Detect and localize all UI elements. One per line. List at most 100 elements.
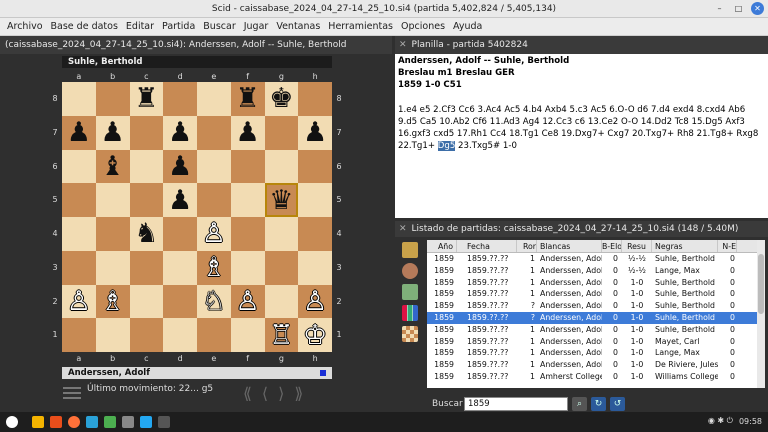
telegram-icon[interactable] bbox=[86, 416, 98, 428]
brave-icon[interactable] bbox=[50, 416, 62, 428]
chess-piece[interactable]: ♘ bbox=[202, 288, 226, 315]
last-move-button[interactable]: ⟫ bbox=[294, 384, 303, 403]
square-h5[interactable] bbox=[298, 183, 332, 217]
menu-partida[interactable]: Partida bbox=[158, 21, 199, 32]
chess-piece[interactable]: ♙ bbox=[67, 288, 91, 315]
square-f3[interactable] bbox=[230, 250, 265, 285]
files-icon[interactable] bbox=[32, 416, 44, 428]
terminal-icon[interactable] bbox=[104, 416, 116, 428]
square-g3[interactable] bbox=[264, 250, 299, 285]
chess-piece[interactable]: ♟ bbox=[101, 119, 125, 146]
panel-close-icon[interactable]: ✕ bbox=[399, 40, 407, 50]
menu-herramientas[interactable]: Herramientas bbox=[324, 21, 397, 32]
tray-icons[interactable]: ◉ ✱ ⏻ bbox=[708, 416, 733, 426]
chess-piece[interactable]: ♚ bbox=[269, 85, 293, 112]
square-e3[interactable]: ♗ bbox=[197, 250, 231, 285]
menu-buscar[interactable]: Buscar bbox=[199, 21, 239, 32]
col-white-elo[interactable]: B-Elo bbox=[602, 240, 622, 252]
table-row[interactable]: 1859 1859.??.?? 1 Anderssen, Adolf 0 ½-½ Suhle… bbox=[427, 253, 757, 265]
filter-icon[interactable] bbox=[402, 263, 418, 279]
square-h4[interactable] bbox=[298, 217, 332, 251]
chess-piece[interactable]: ♟ bbox=[168, 187, 192, 214]
start-menu-icon[interactable] bbox=[6, 416, 18, 428]
square-h6[interactable] bbox=[298, 149, 332, 184]
square-c4[interactable]: ♞ bbox=[129, 217, 164, 251]
square-c7[interactable] bbox=[129, 115, 164, 150]
square-d4[interactable] bbox=[163, 217, 197, 251]
layout-icon[interactable] bbox=[402, 284, 418, 300]
square-e6[interactable] bbox=[197, 149, 231, 184]
chess-piece[interactable]: ♟ bbox=[67, 119, 91, 146]
book-icon[interactable] bbox=[402, 242, 418, 258]
square-e1[interactable] bbox=[197, 318, 231, 352]
close-button[interactable]: ✕ bbox=[751, 2, 764, 15]
chess-piece[interactable]: ♖ bbox=[269, 322, 293, 349]
chess-piece[interactable]: ♙ bbox=[236, 288, 260, 315]
chess-piece[interactable]: ♙ bbox=[303, 288, 327, 315]
col-black-elo[interactable]: N-E bbox=[718, 240, 737, 252]
square-c3[interactable] bbox=[129, 250, 164, 285]
chess-piece[interactable]: ♝ bbox=[101, 153, 125, 180]
square-h8[interactable] bbox=[298, 82, 332, 116]
chess-piece[interactable]: ♜ bbox=[134, 85, 158, 112]
chess-piece[interactable]: ♟ bbox=[168, 153, 192, 180]
square-a6[interactable] bbox=[62, 149, 96, 184]
maximize-button[interactable]: □ bbox=[732, 2, 745, 15]
square-a5[interactable] bbox=[62, 183, 96, 217]
square-h3[interactable] bbox=[298, 250, 332, 285]
square-b7[interactable]: ♟ bbox=[95, 115, 130, 150]
chess-piece[interactable]: ♙ bbox=[202, 220, 226, 247]
chess-piece[interactable]: ♟ bbox=[236, 119, 260, 146]
table-row[interactable]: 1859 1859.??.?? 1 Anderssen, Adolf 0 ½-½ Lange… bbox=[427, 265, 757, 277]
square-d3[interactable] bbox=[163, 250, 197, 285]
square-d6[interactable]: ♟ bbox=[163, 149, 197, 184]
square-e7[interactable] bbox=[197, 115, 231, 150]
square-a3[interactable] bbox=[62, 250, 96, 285]
minimize-button[interactable]: – bbox=[713, 2, 726, 15]
square-b4[interactable] bbox=[95, 217, 130, 251]
chess-piece[interactable]: ♗ bbox=[202, 254, 226, 281]
square-c1[interactable] bbox=[129, 318, 164, 352]
square-f2[interactable]: ♙ bbox=[230, 284, 265, 319]
menu-jugar[interactable]: Jugar bbox=[240, 21, 273, 32]
next-move-button[interactable]: ⟩ bbox=[278, 384, 284, 403]
table-row[interactable]: 1859 1859.??.?? 1 Anderssen, Adolf 0 1-0 De Ri… bbox=[427, 359, 757, 371]
game-moves[interactable]: 1.e4 e5 2.Cf3 Cc6 3.Ac4 Ac5 4.b4 Axb4 5.… bbox=[398, 104, 765, 152]
square-e8[interactable] bbox=[197, 82, 231, 116]
square-a7[interactable]: ♟ bbox=[62, 115, 96, 150]
chess-piece[interactable]: ♔ bbox=[303, 322, 327, 349]
square-e4[interactable]: ♙ bbox=[197, 217, 231, 251]
table-row[interactable]: 1859 1859.??.?? 1 Anderssen, Adolf 0 1-0 Suhle… bbox=[427, 324, 757, 336]
col-date[interactable]: Fecha bbox=[457, 240, 517, 252]
reset-filter-icon[interactable]: ↺ bbox=[610, 397, 625, 411]
app-icon[interactable] bbox=[122, 416, 134, 428]
chess-piece[interactable]: ♛ bbox=[269, 187, 293, 214]
square-h2[interactable]: ♙ bbox=[298, 284, 332, 319]
table-row[interactable]: 1859 1859.??.??? Anderssen, Adolf 0 1-0 Suhle… bbox=[427, 311, 757, 324]
menu-archivo[interactable]: Archivo bbox=[3, 21, 47, 32]
col-black[interactable]: Negras bbox=[652, 240, 718, 252]
square-h7[interactable]: ♟ bbox=[298, 115, 332, 150]
chess-piece[interactable]: ♞ bbox=[134, 220, 158, 247]
square-d2[interactable] bbox=[163, 284, 197, 319]
square-f5[interactable] bbox=[230, 183, 265, 217]
square-g1[interactable]: ♖ bbox=[264, 318, 299, 352]
menu-editar[interactable]: Editar bbox=[122, 21, 158, 32]
col-year[interactable]: Año bbox=[427, 240, 457, 252]
game-list-scrollbar[interactable] bbox=[757, 240, 765, 388]
square-d8[interactable] bbox=[163, 82, 197, 116]
square-f8[interactable]: ♜ bbox=[230, 82, 265, 116]
chess-piece[interactable]: ♟ bbox=[168, 119, 192, 146]
square-g2[interactable] bbox=[264, 284, 299, 319]
square-b3[interactable] bbox=[95, 250, 130, 285]
square-g7[interactable] bbox=[264, 115, 299, 150]
square-f1[interactable] bbox=[230, 318, 265, 352]
search-icon[interactable]: ⌕ bbox=[572, 397, 587, 411]
table-row[interactable]: 1859 1859.??.?? 1 Anderssen, Adolf 0 1-0 Lange… bbox=[427, 347, 757, 359]
square-a8[interactable] bbox=[62, 82, 96, 116]
chess-piece[interactable]: ♟ bbox=[303, 119, 327, 146]
scrollbar-thumb[interactable] bbox=[758, 254, 764, 314]
square-b2[interactable]: ♗ bbox=[95, 284, 130, 319]
square-c8[interactable]: ♜ bbox=[129, 82, 164, 116]
square-d7[interactable]: ♟ bbox=[163, 115, 197, 150]
